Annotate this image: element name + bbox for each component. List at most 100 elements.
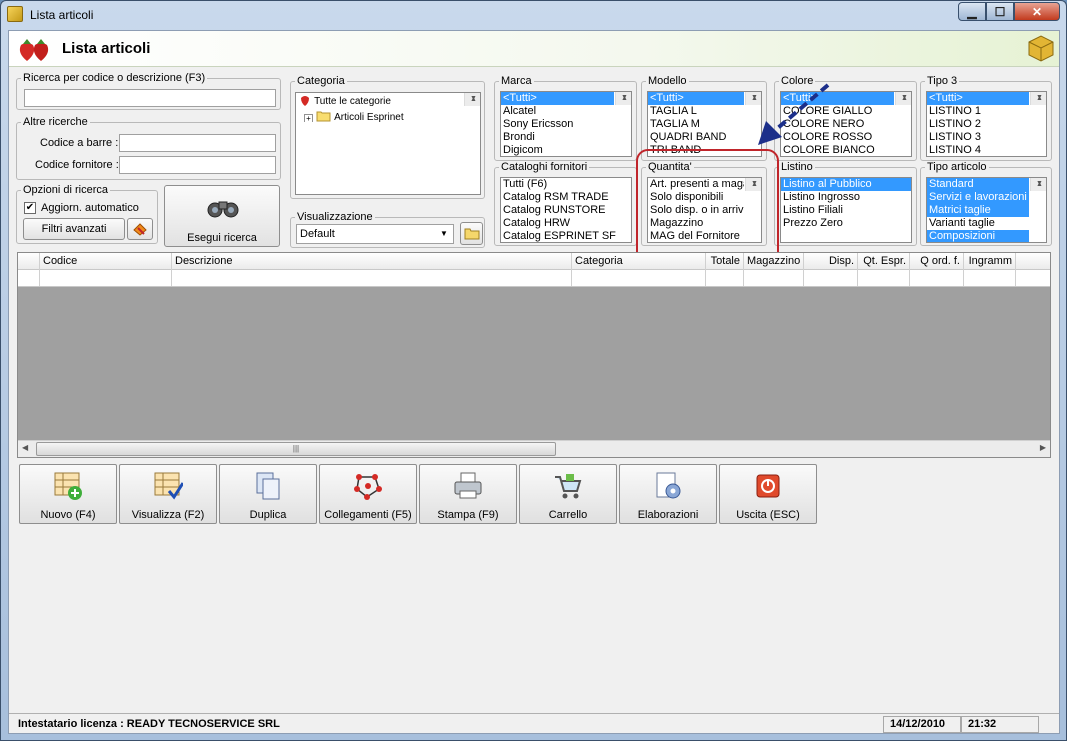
grid-cell[interactable] xyxy=(804,270,858,286)
run-search-label: Esegui ricerca xyxy=(187,232,257,244)
clear-filters-button[interactable] xyxy=(127,218,153,240)
list-item[interactable]: Catalog RUNSTORE xyxy=(501,204,631,217)
links-button[interactable]: Collegamenti (F5) xyxy=(319,464,417,524)
column-header[interactable]: Codice xyxy=(40,253,172,270)
tree-item[interactable]: + Articoli Esprinet xyxy=(298,109,480,122)
list-item[interactable]: Varianti taglie xyxy=(927,217,1029,230)
search-input[interactable] xyxy=(24,89,276,107)
minimize-icon: ▁ xyxy=(967,4,977,19)
list-scrollbar[interactable]: ▲ ▼ xyxy=(895,92,911,105)
column-header[interactable]: Magazzino xyxy=(744,253,804,270)
type3-list[interactable]: <Tutti> LISTINO 1 LISTINO 2 LISTINO 3 LISTIN… xyxy=(926,91,1047,157)
column-header[interactable]: Totale xyxy=(706,253,744,270)
grid-cell[interactable] xyxy=(744,270,804,286)
brand-list[interactable]: <Tutti> Alcatel Sony Ericsson Brondi Digicom… xyxy=(500,91,632,157)
run-search-button[interactable]: Esegui ricerca xyxy=(164,185,280,247)
list-item[interactable]: Listino Filiali xyxy=(781,204,911,217)
list-item[interactable]: Prezzo Zero xyxy=(781,217,911,230)
column-header[interactable]: Qt. Espr. xyxy=(858,253,910,270)
pricelist-legend: Listino xyxy=(781,161,813,173)
view-selected: Default xyxy=(300,228,335,240)
eraser-icon xyxy=(133,223,147,236)
articles-grid[interactable]: Codice Descrizione Categoria Totale Magazzin… xyxy=(17,252,1051,458)
list-item[interactable]: LISTINO 1 xyxy=(927,105,1029,118)
column-header[interactable]: Q ord. f. xyxy=(910,253,964,270)
exit-button[interactable]: Uscita (ESC) xyxy=(719,464,817,524)
close-button[interactable]: ✕ xyxy=(1014,2,1060,21)
list-item[interactable]: Servizi e lavorazioni xyxy=(927,191,1029,204)
model-list[interactable]: <Tutti> TAGLIA L TAGLIA M QUADRI BAND TRI BA… xyxy=(647,91,762,157)
grid-cell[interactable] xyxy=(858,270,910,286)
list-scrollbar[interactable]: ▲ ▼ xyxy=(615,92,631,105)
cart-button[interactable]: Carrello xyxy=(519,464,617,524)
open-folder-button[interactable] xyxy=(460,222,483,245)
search-legend: Ricerca per codice o descrizione (F3) xyxy=(23,72,206,84)
pricelist-list[interactable]: Listino al Pubblico Listino Ingrosso Listi… xyxy=(780,177,912,243)
grid-cell[interactable] xyxy=(40,270,172,286)
row-selector-header[interactable] xyxy=(18,253,40,270)
category-scrollbar[interactable]: ▲ ▼ xyxy=(464,93,480,106)
list-item[interactable]: <Tutti> xyxy=(927,92,1029,105)
category-tree[interactable]: Tutte le categorie + Articoli Esprinet+ … xyxy=(295,92,481,195)
list-item[interactable]: <Tutti> xyxy=(501,92,614,105)
duplicate-button[interactable]: Duplica xyxy=(219,464,317,524)
processing-button[interactable]: Elaborazioni xyxy=(619,464,717,524)
catalogs-list[interactable]: Tutti (F6) Catalog RSM TRADE Catalog RUNST… xyxy=(500,177,632,243)
folder-icon xyxy=(464,228,479,240)
print-button[interactable]: Stampa (F9) xyxy=(419,464,517,524)
list-item[interactable]: Matrici taglie xyxy=(927,204,1029,217)
list-item[interactable]: Brondi xyxy=(501,131,614,144)
scroll-down-icon: ▼ xyxy=(621,94,628,101)
license-text: Intestatario licenza : READY TECNOSERVIC… xyxy=(18,718,280,730)
list-item[interactable]: QUADRI BAND xyxy=(648,131,744,144)
grid-cell[interactable] xyxy=(172,270,572,286)
list-item[interactable]: Sony Ericsson xyxy=(501,118,614,131)
list-item[interactable]: Listino al Pubblico xyxy=(781,178,911,191)
list-item[interactable]: Composizioni xyxy=(927,230,1029,242)
list-item[interactable]: Standard xyxy=(927,178,1029,191)
advanced-filters-button[interactable]: Filtri avanzati xyxy=(23,218,125,240)
column-header[interactable]: Categoria xyxy=(572,253,706,270)
list-item[interactable]: <Tutti> xyxy=(648,92,744,105)
status-date: 14/12/2010 xyxy=(883,716,961,733)
grid-cell[interactable] xyxy=(706,270,744,286)
barcode-input[interactable] xyxy=(119,134,276,152)
view-select[interactable]: Default ▼ xyxy=(296,224,454,244)
list-item[interactable]: Catalog RSM TRADE xyxy=(501,191,631,204)
column-header[interactable]: Descrizione xyxy=(172,253,572,270)
list-item[interactable]: LISTINO 3 xyxy=(927,131,1029,144)
auto-update-checkbox[interactable]: ✔ xyxy=(24,202,36,214)
list-scrollbar[interactable]: ▲ ▼ xyxy=(1030,178,1046,191)
grid-new-row[interactable] xyxy=(18,270,1050,287)
list-scrollbar[interactable]: ▲ ▼ xyxy=(1030,92,1046,105)
list-item[interactable]: LISTINO 4 xyxy=(927,144,1029,156)
list-item[interactable]: Catalog ESPRINET SF xyxy=(501,230,631,242)
tree-items: + Articoli Esprinet+ Telefonia+ Accessor… xyxy=(296,109,480,122)
list-item[interactable]: TAGLIA L xyxy=(648,105,744,118)
list-item[interactable]: Catalog HRW xyxy=(501,217,631,230)
view-button[interactable]: Visualizza (F2) xyxy=(119,464,217,524)
grid-cell[interactable] xyxy=(964,270,1016,286)
barcode-label: Codice a barre : xyxy=(40,137,119,149)
column-header[interactable]: Disp. xyxy=(804,253,858,270)
maximize-button[interactable]: ☐ xyxy=(986,2,1014,21)
grid-cell[interactable] xyxy=(910,270,964,286)
grid-cell[interactable] xyxy=(572,270,706,286)
grid-cell[interactable] xyxy=(18,270,40,286)
auto-update-label: Aggiorn. automatico xyxy=(41,202,139,214)
list-item[interactable]: LISTINO 2 xyxy=(927,118,1029,131)
list-item[interactable]: Alcatel xyxy=(501,105,614,118)
minimize-button[interactable]: ▁ xyxy=(958,2,986,21)
list-item[interactable]: TAGLIA M xyxy=(648,118,744,131)
grid-horizontal-scrollbar[interactable]: ◀ ||| ▶ xyxy=(18,440,1050,457)
list-item[interactable]: Listino Ingrosso xyxy=(781,191,911,204)
list-item[interactable]: Tutti (F6) xyxy=(501,178,631,191)
tree-root[interactable]: Tutte le categorie xyxy=(296,93,480,109)
new-button[interactable]: Nuovo (F4) xyxy=(19,464,117,524)
article-type-list[interactable]: Standard Servizi e lavorazioni Matrici tag… xyxy=(926,177,1047,243)
supplier-code-input[interactable] xyxy=(119,156,276,174)
column-header[interactable]: Ingramm xyxy=(964,253,1016,270)
list-item[interactable]: Digicom xyxy=(501,144,614,156)
category-legend: Categoria xyxy=(297,75,345,87)
scroll-thumb[interactable]: ||| xyxy=(36,442,556,456)
